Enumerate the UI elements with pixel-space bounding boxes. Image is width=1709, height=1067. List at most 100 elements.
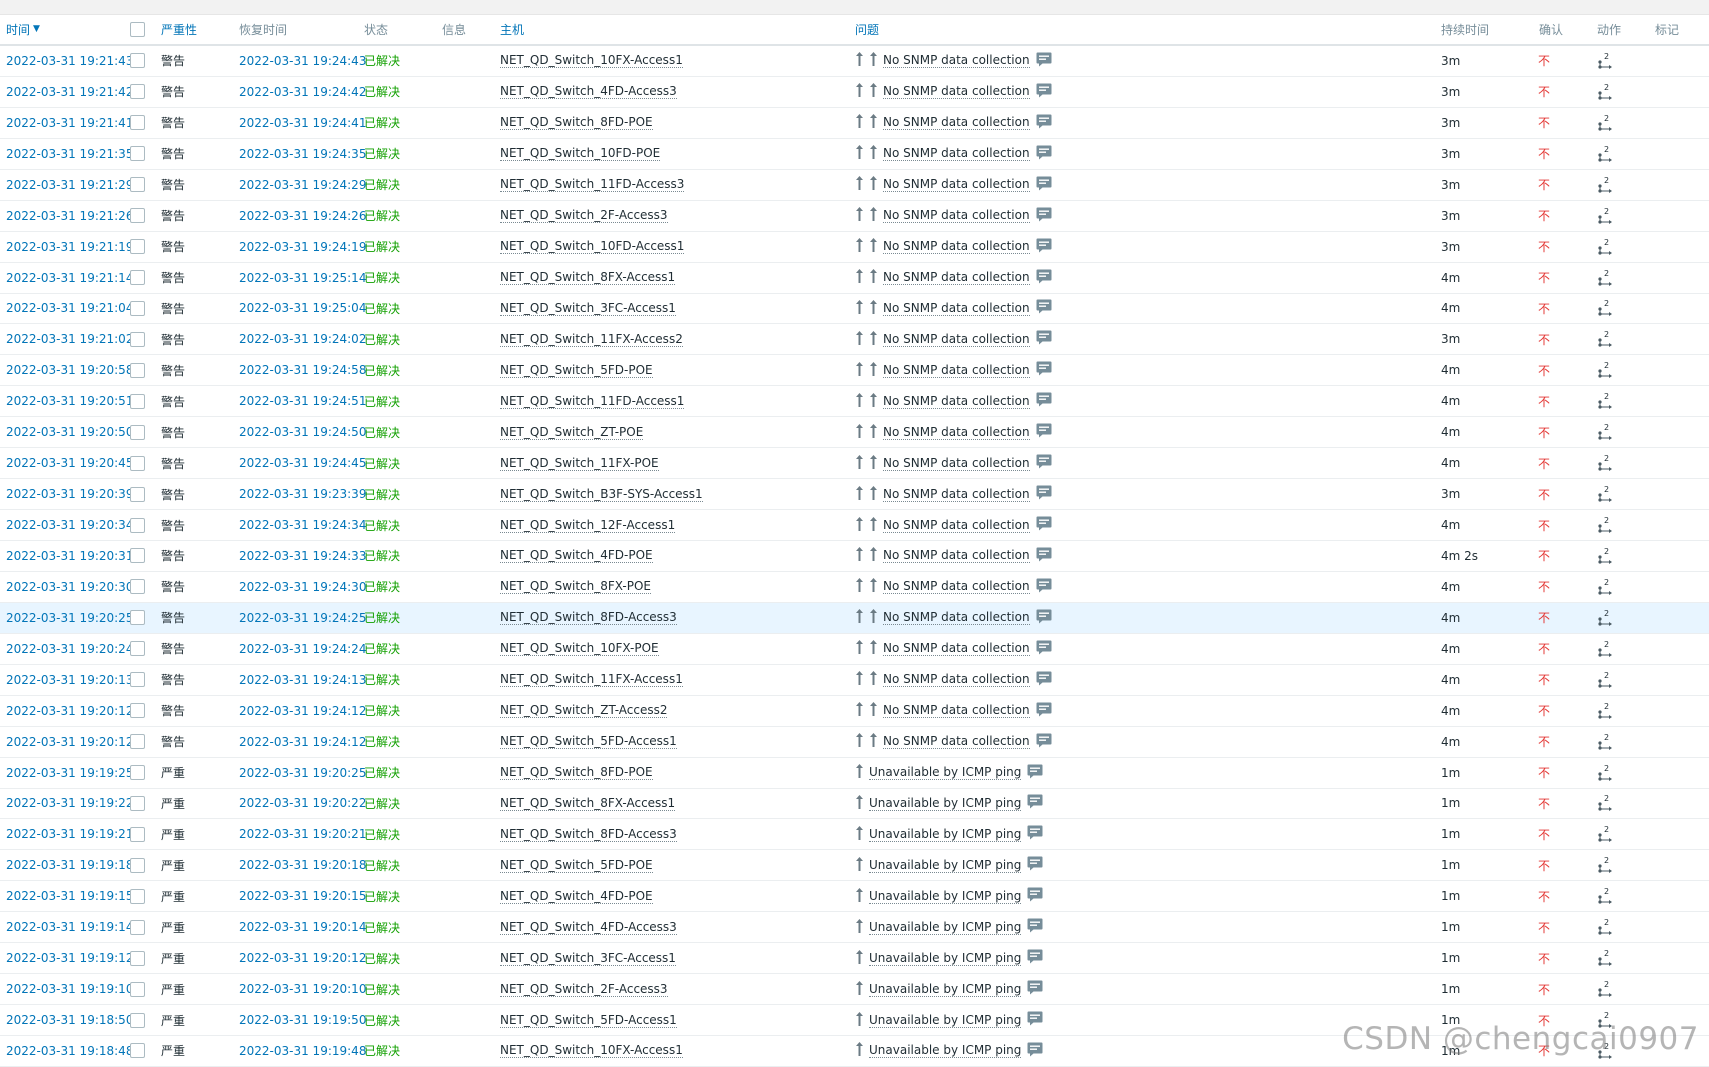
host-cell[interactable]: NET_QD_Switch_2F-Access3 bbox=[500, 201, 668, 231]
recovery-time-link[interactable]: 2022-03-31 19:19:48 bbox=[239, 1036, 366, 1066]
actions-icon[interactable]: 2 bbox=[1597, 294, 1615, 324]
problem-link[interactable]: Unavailable by ICMP ping bbox=[869, 982, 1022, 997]
recovery-time-link[interactable]: 2022-03-31 19:24:12 bbox=[239, 696, 366, 726]
comment-icon[interactable] bbox=[1027, 856, 1043, 874]
host-cell[interactable]: NET_QD_Switch_B3F-SYS-Access1 bbox=[500, 479, 703, 509]
ack-link[interactable]: 不 bbox=[1538, 324, 1550, 354]
comment-icon[interactable] bbox=[1036, 423, 1052, 441]
actions-icon[interactable]: 2 bbox=[1597, 386, 1615, 416]
host-cell[interactable]: NET_QD_Switch_ZT-Access2 bbox=[500, 696, 668, 726]
host-cell[interactable]: NET_QD_Switch_3FC-Access1 bbox=[500, 294, 676, 324]
recovery-time-link[interactable]: 2022-03-31 19:20:10 bbox=[239, 974, 366, 1004]
event-time-link[interactable]: 2022-03-31 19:21:42 bbox=[6, 77, 133, 107]
actions-icon[interactable]: 2 bbox=[1597, 974, 1615, 1004]
host-link[interactable]: NET_QD_Switch_10FX-POE bbox=[500, 641, 659, 657]
problem-link[interactable]: Unavailable by ICMP ping bbox=[869, 1013, 1022, 1028]
recovery-time-link[interactable]: 2022-03-31 19:25:14 bbox=[239, 263, 366, 293]
event-time-link[interactable]: 2022-03-31 19:20:34 bbox=[6, 510, 133, 540]
comment-icon[interactable] bbox=[1036, 578, 1052, 596]
recovery-time-link[interactable]: 2022-03-31 19:24:45 bbox=[239, 448, 366, 478]
problem-link[interactable]: No SNMP data collection bbox=[883, 518, 1030, 533]
comment-icon[interactable] bbox=[1036, 454, 1052, 472]
event-time-link[interactable]: 2022-03-31 19:19:22 bbox=[6, 789, 133, 819]
row-checkbox[interactable] bbox=[130, 53, 145, 69]
actions-icon[interactable]: 2 bbox=[1597, 572, 1615, 602]
column-header-time[interactable]: 时间 ▼ bbox=[6, 14, 40, 44]
problem-link[interactable]: No SNMP data collection bbox=[883, 332, 1030, 347]
event-time-link[interactable]: 2022-03-31 19:21:26 bbox=[6, 201, 133, 231]
event-time-link[interactable]: 2022-03-31 19:19:25 bbox=[6, 758, 133, 788]
comment-icon[interactable] bbox=[1027, 918, 1043, 936]
problem-link[interactable]: Unavailable by ICMP ping bbox=[869, 765, 1022, 781]
row-checkbox-cell[interactable] bbox=[130, 263, 145, 293]
row-checkbox-cell[interactable] bbox=[130, 324, 145, 354]
ack-link[interactable]: 不 bbox=[1538, 850, 1550, 880]
row-checkbox-cell[interactable] bbox=[130, 541, 145, 571]
actions-icon[interactable]: 2 bbox=[1597, 881, 1615, 911]
comment-icon[interactable] bbox=[1027, 1042, 1043, 1060]
event-time-link[interactable]: 2022-03-31 19:21:29 bbox=[6, 170, 133, 200]
recovery-time-link[interactable]: 2022-03-31 19:20:22 bbox=[239, 789, 366, 819]
event-time-link[interactable]: 2022-03-31 19:21:14 bbox=[6, 263, 133, 293]
event-time-link[interactable]: 2022-03-31 19:18:48 bbox=[6, 1036, 133, 1066]
row-checkbox-cell[interactable] bbox=[130, 108, 145, 138]
select-all-cell[interactable] bbox=[130, 14, 145, 44]
comment-icon[interactable] bbox=[1036, 485, 1052, 503]
problem-link[interactable]: No SNMP data collection bbox=[883, 579, 1030, 595]
host-cell[interactable]: NET_QD_Switch_8FX-Access1 bbox=[500, 263, 676, 293]
ack-link[interactable]: 不 bbox=[1538, 727, 1550, 757]
ack-link[interactable]: 不 bbox=[1538, 232, 1550, 262]
event-time-link[interactable]: 2022-03-31 19:20:31 bbox=[6, 541, 133, 571]
comment-icon[interactable] bbox=[1036, 702, 1052, 720]
host-cell[interactable]: NET_QD_Switch_11FD-Access3 bbox=[500, 170, 685, 200]
host-link[interactable]: NET_QD_Switch_5FD-Access1 bbox=[500, 1013, 677, 1028]
row-checkbox[interactable] bbox=[130, 579, 145, 595]
host-link[interactable]: NET_QD_Switch_4FD-Access3 bbox=[500, 920, 677, 935]
problem-link[interactable]: Unavailable by ICMP ping bbox=[869, 858, 1022, 873]
recovery-time-link[interactable]: 2022-03-31 19:24:29 bbox=[239, 170, 366, 200]
row-checkbox[interactable] bbox=[130, 888, 145, 904]
host-link[interactable]: NET_QD_Switch_8FD-POE bbox=[500, 765, 653, 781]
comment-icon[interactable] bbox=[1027, 764, 1043, 782]
row-checkbox-cell[interactable] bbox=[130, 572, 145, 602]
comment-icon[interactable] bbox=[1027, 825, 1043, 843]
host-link[interactable]: NET_QD_Switch_ZT-POE bbox=[500, 425, 644, 440]
host-link[interactable]: NET_QD_Switch_B3F-SYS-Access1 bbox=[500, 487, 703, 502]
problem-link[interactable]: Unavailable by ICMP ping bbox=[869, 951, 1022, 966]
recovery-time-link[interactable]: 2022-03-31 19:20:12 bbox=[239, 943, 366, 973]
row-checkbox-cell[interactable] bbox=[130, 758, 145, 788]
actions-icon[interactable]: 2 bbox=[1597, 727, 1615, 757]
host-cell[interactable]: NET_QD_Switch_4FD-Access3 bbox=[500, 912, 677, 942]
host-link[interactable]: NET_QD_Switch_8FD-POE bbox=[500, 115, 653, 131]
recovery-time-link[interactable]: 2022-03-31 19:24:13 bbox=[239, 665, 366, 695]
row-checkbox-cell[interactable] bbox=[130, 139, 145, 169]
recovery-time-link[interactable]: 2022-03-31 19:20:21 bbox=[239, 819, 366, 849]
event-time-link[interactable]: 2022-03-31 19:21:35 bbox=[6, 139, 133, 169]
actions-icon[interactable]: 2 bbox=[1597, 77, 1615, 107]
host-cell[interactable]: NET_QD_Switch_3FC-Access1 bbox=[500, 943, 676, 973]
actions-icon[interactable]: 2 bbox=[1597, 819, 1615, 849]
row-checkbox[interactable] bbox=[130, 362, 145, 378]
ack-link[interactable]: 不 bbox=[1538, 46, 1550, 76]
row-checkbox[interactable] bbox=[130, 703, 145, 719]
row-checkbox[interactable] bbox=[130, 765, 145, 781]
host-cell[interactable]: NET_QD_Switch_8FD-Access3 bbox=[500, 819, 677, 849]
ack-link[interactable]: 不 bbox=[1538, 603, 1550, 633]
event-time-link[interactable]: 2022-03-31 19:20:51 bbox=[6, 386, 133, 416]
row-checkbox[interactable] bbox=[130, 115, 145, 131]
actions-icon[interactable]: 2 bbox=[1597, 510, 1615, 540]
host-link[interactable]: NET_QD_Switch_11FX-Access1 bbox=[500, 672, 683, 688]
event-time-link[interactable]: 2022-03-31 19:19:10 bbox=[6, 974, 133, 1004]
problem-link[interactable]: No SNMP data collection bbox=[883, 734, 1030, 750]
row-checkbox-cell[interactable] bbox=[130, 912, 145, 942]
column-header-host[interactable]: 主机 bbox=[500, 14, 524, 44]
row-checkbox[interactable] bbox=[130, 393, 145, 409]
problem-link[interactable]: No SNMP data collection bbox=[883, 487, 1030, 502]
ack-link[interactable]: 不 bbox=[1538, 448, 1550, 478]
row-checkbox-cell[interactable] bbox=[130, 232, 145, 262]
recovery-time-link[interactable]: 2022-03-31 19:24:19 bbox=[239, 232, 366, 262]
actions-icon[interactable]: 2 bbox=[1597, 263, 1615, 293]
ack-link[interactable]: 不 bbox=[1538, 665, 1550, 695]
actions-icon[interactable]: 2 bbox=[1597, 355, 1615, 385]
row-checkbox-cell[interactable] bbox=[130, 448, 145, 478]
